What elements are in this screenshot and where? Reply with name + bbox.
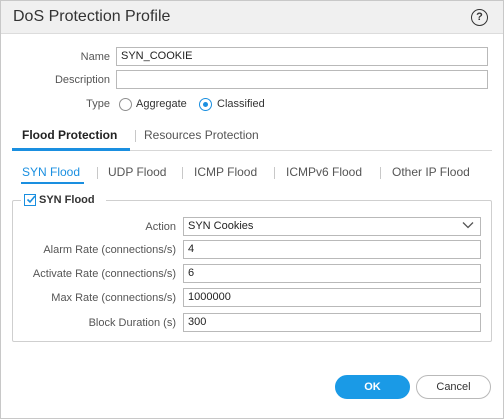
active-tab-indicator	[12, 148, 130, 151]
subtab-separator	[380, 167, 381, 179]
type-classified-label[interactable]: Classified	[217, 98, 265, 110]
description-label: Description	[54, 74, 110, 86]
cancel-button[interactable]: Cancel	[416, 375, 491, 399]
type-aggregate-label[interactable]: Aggregate	[136, 98, 187, 110]
subtab-separator	[182, 167, 183, 179]
active-subtab-indicator	[21, 182, 84, 184]
tab-separator	[135, 130, 136, 142]
tab-flood-protection[interactable]: Flood Protection	[22, 128, 117, 142]
dialog-title: DoS Protection Profile	[13, 8, 171, 25]
checkmark-icon	[26, 195, 36, 204]
type-aggregate-radio[interactable]	[119, 98, 132, 111]
name-label: Name	[80, 51, 110, 63]
action-select[interactable]: SYN Cookies	[183, 217, 481, 236]
name-input[interactable]: SYN_COOKIE	[116, 47, 488, 66]
subtab-separator	[97, 167, 98, 179]
type-label: Type	[86, 98, 110, 110]
subtab-icmpv6-flood[interactable]: ICMPv6 Flood	[286, 165, 362, 179]
action-label: Action	[145, 221, 176, 233]
activate-rate-input[interactable]: 6	[183, 264, 481, 283]
activate-rate-label: Activate Rate (connections/s)	[32, 268, 176, 280]
chevron-down-icon[interactable]	[462, 221, 474, 229]
subtab-udp-flood[interactable]: UDP Flood	[108, 165, 166, 179]
subtab-icmp-flood[interactable]: ICMP Flood	[194, 165, 257, 179]
type-classified-radio[interactable]	[199, 98, 212, 111]
alarm-rate-input[interactable]: 4	[183, 240, 481, 259]
dialog-titlebar: DoS Protection Profile ?	[1, 1, 503, 34]
max-rate-label: Max Rate (connections/s)	[51, 292, 176, 304]
syn-flood-checkbox-label[interactable]: SYN Flood	[39, 194, 95, 206]
dos-protection-profile-dialog: DoS Protection Profile ? Name SYN_COOKIE…	[0, 0, 504, 419]
subtab-syn-flood[interactable]: SYN Flood	[22, 165, 80, 179]
ok-button[interactable]: OK	[335, 375, 410, 399]
tab-resources-protection[interactable]: Resources Protection	[144, 128, 259, 142]
subtab-separator	[274, 167, 275, 179]
help-icon[interactable]: ?	[471, 9, 488, 26]
block-duration-label: Block Duration (s)	[88, 317, 176, 329]
alarm-rate-label: Alarm Rate (connections/s)	[43, 244, 176, 256]
description-input[interactable]	[116, 70, 488, 89]
max-rate-input[interactable]: 1000000	[183, 288, 481, 307]
subtab-other-ip-flood[interactable]: Other IP Flood	[392, 165, 470, 179]
block-duration-input[interactable]: 300	[183, 313, 481, 332]
